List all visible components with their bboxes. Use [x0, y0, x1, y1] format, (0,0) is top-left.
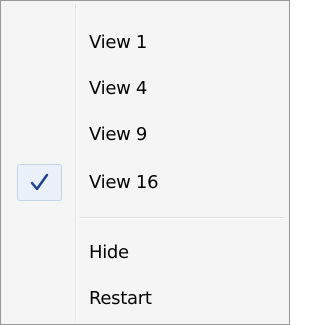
menu-item-label: View 9: [89, 124, 148, 145]
menu-item-label: Hide: [89, 242, 129, 263]
menu-item-label: View 4: [89, 78, 148, 99]
menu-item-view-4[interactable]: View 4: [3, 67, 287, 111]
menu-item-hide[interactable]: Hide: [3, 231, 287, 275]
menu-item-restart[interactable]: Restart: [3, 277, 287, 321]
menu-item-label: Restart: [89, 288, 152, 309]
checkmark-indicator: [17, 164, 62, 201]
checkmark-icon: [30, 173, 49, 191]
menu-separator-highlight: [79, 218, 285, 219]
context-menu: View 1 View 4 View 9 View 16 Hide Restar…: [0, 0, 290, 325]
menu-item-view-1[interactable]: View 1: [3, 21, 287, 65]
menu-item-label: View 1: [89, 32, 148, 53]
menu-item-label: View 16: [89, 172, 159, 193]
menu-item-view-16[interactable]: View 16: [3, 161, 287, 205]
menu-item-view-9[interactable]: View 9: [3, 113, 287, 157]
